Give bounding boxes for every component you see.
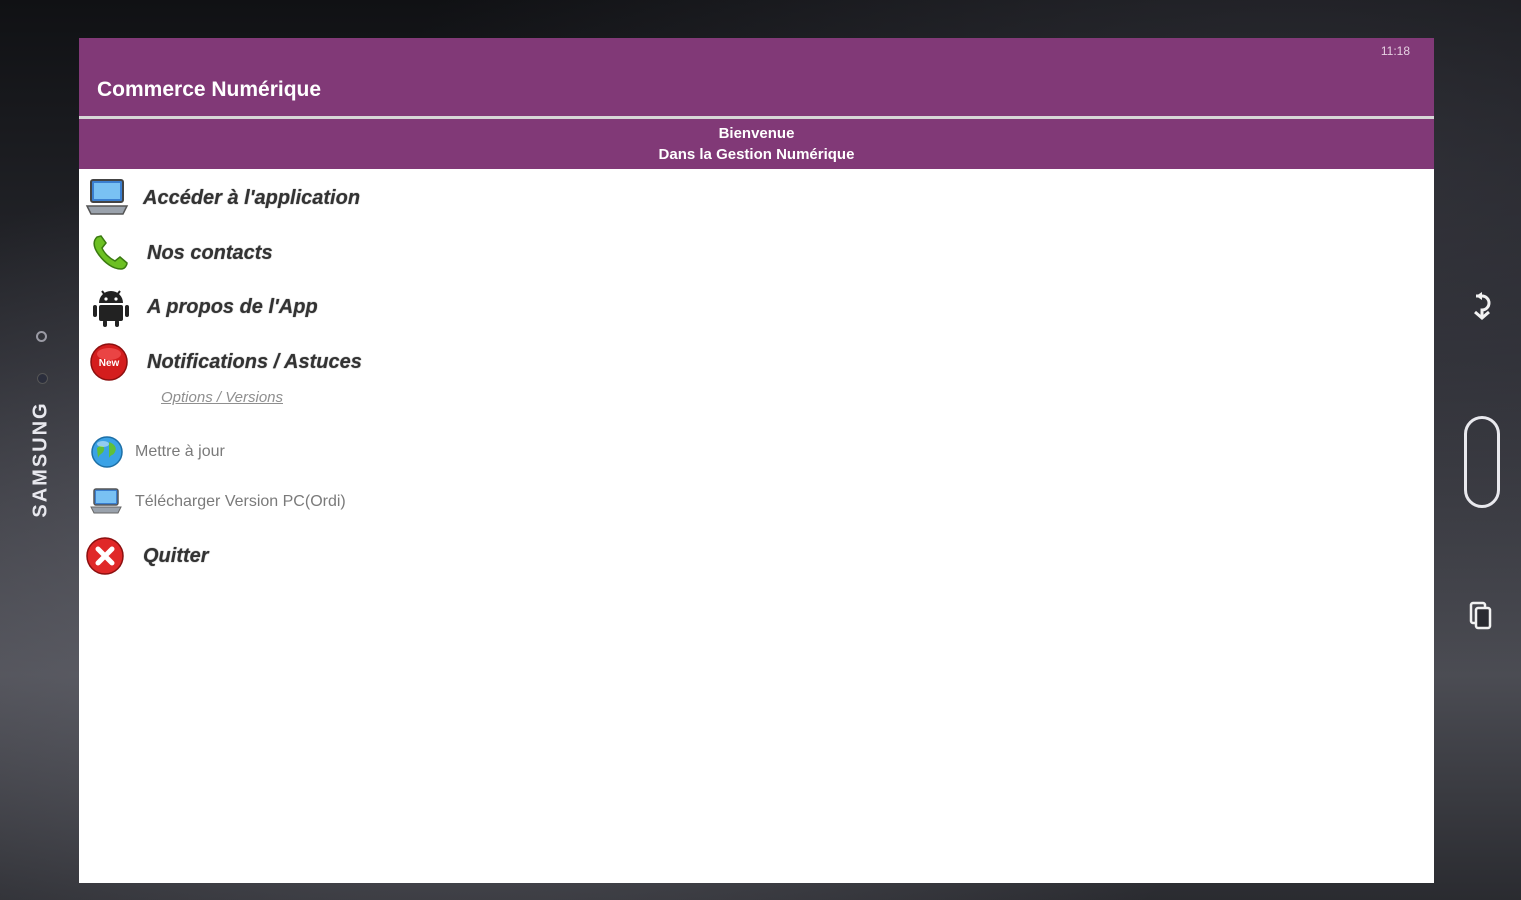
new-badge-label: New	[99, 358, 120, 369]
menu-item-update[interactable]: Mettre à jour	[89, 434, 225, 470]
app-screen: 11:18 Commerce Numérique Bienvenue Dans …	[79, 38, 1434, 883]
device-brand: SAMSUNG	[14, 398, 66, 528]
menu-item-label: Nos contacts	[147, 241, 273, 264]
menu-item-quit[interactable]: Quitter	[85, 534, 209, 578]
menu-item-label: Mettre à jour	[135, 443, 225, 460]
app-title: Commerce Numérique	[97, 78, 322, 101]
globe-icon	[89, 434, 125, 470]
back-button[interactable]	[1466, 290, 1496, 324]
home-button[interactable]	[1464, 416, 1500, 508]
device-brand-label: SAMSUNG	[29, 401, 52, 518]
status-time: 11:18	[1380, 44, 1410, 58]
close-icon	[85, 534, 129, 578]
phone-icon	[89, 231, 133, 275]
welcome-line-1: Bienvenue	[718, 125, 795, 142]
laptop-icon	[85, 176, 129, 220]
menu-item-about[interactable]: A propos de l'App	[89, 285, 318, 329]
camera-icon	[37, 373, 48, 384]
menu-item-label: Télécharger Version PC(Ordi)	[135, 493, 346, 510]
menu-item-download-pc[interactable]: Télécharger Version PC(Ordi)	[89, 484, 346, 520]
welcome-line-2: Dans la Gestion Numérique	[658, 146, 855, 163]
recent-apps-button[interactable]	[1468, 600, 1494, 632]
recent-apps-icon	[1469, 601, 1492, 630]
menu-item-contacts[interactable]: Nos contacts	[89, 231, 273, 275]
back-icon	[1474, 292, 1491, 320]
new-badge-icon: New	[89, 340, 133, 384]
menu-item-label: Quitter	[143, 544, 209, 567]
app-bar: Commerce Numérique	[79, 64, 1434, 116]
sensor-icon	[36, 331, 47, 342]
options-versions-link[interactable]: Options / Versions	[161, 389, 283, 406]
android-icon	[89, 285, 133, 329]
menu-item-label: A propos de l'App	[147, 295, 318, 318]
menu-item-label: Accéder à l'application	[143, 186, 361, 209]
status-bar: 11:18	[79, 38, 1434, 64]
laptop-icon	[89, 484, 125, 520]
menu-item-notifications[interactable]: New Notifications / Astuces	[89, 340, 362, 384]
welcome-banner: Bienvenue Dans la Gestion Numérique	[79, 119, 1434, 169]
menu-item-label: Notifications / Astuces	[147, 350, 362, 373]
menu-item-access-app[interactable]: Accéder à l'application	[85, 176, 360, 220]
